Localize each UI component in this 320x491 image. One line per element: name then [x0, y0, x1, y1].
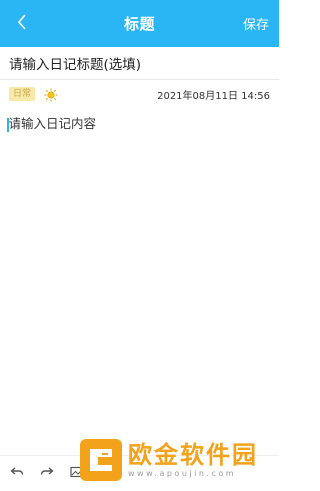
undo-button[interactable] — [4, 461, 30, 487]
diary-content-placeholder: 请输入日记内容 — [8, 116, 97, 131]
watermark-brand: 欧金软件园 — [128, 441, 258, 469]
watermark: 欧金软件园 www.apoujin.com — [80, 435, 279, 485]
app-header: 标题 保存 — [0, 0, 279, 47]
category-badge[interactable]: 日常 — [9, 87, 36, 101]
redo-button[interactable] — [34, 461, 60, 487]
page-title: 标题 — [123, 15, 155, 33]
undo-icon — [10, 464, 24, 483]
watermark-text: 欧金软件园 www.apoujin.com — [128, 441, 258, 479]
diary-content-input[interactable]: 请输入日记内容 — [7, 113, 269, 413]
diary-title-placeholder: 请输入日记标题(选填) — [9, 57, 142, 73]
diary-title-input[interactable]: 请输入日记标题(选填) — [0, 47, 279, 80]
diary-date[interactable]: 2021年08月11日 14:56 — [157, 87, 270, 102]
back-button[interactable] — [8, 0, 36, 47]
save-button[interactable]: 保存 — [243, 0, 269, 47]
sun-icon[interactable] — [44, 87, 58, 102]
meta-row: 日常 2021年08月11日 14:56 — [0, 84, 279, 104]
chevron-left-icon — [17, 13, 27, 34]
redo-icon — [40, 464, 54, 483]
watermark-url: www.apoujin.com — [128, 469, 237, 478]
watermark-logo-icon — [80, 439, 122, 481]
